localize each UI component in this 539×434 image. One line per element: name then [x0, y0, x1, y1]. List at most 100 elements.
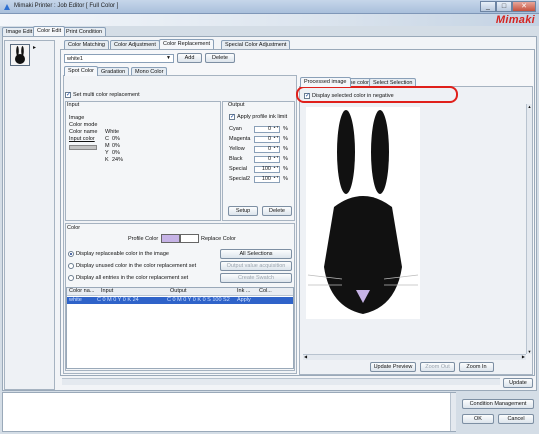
output-yellow-label: Yellow: [229, 146, 245, 152]
input-color-label: Input color: [69, 136, 95, 142]
tab-print-condition[interactable]: Print Condition: [62, 27, 107, 36]
all-selections-button[interactable]: All Selections: [220, 249, 292, 259]
apply-limit-label: Apply profile ink limit: [237, 114, 288, 120]
header-input[interactable]: Input: [101, 288, 113, 295]
setup-button[interactable]: Setup: [228, 206, 258, 216]
output-yellow-spinner[interactable]: 0: [254, 146, 280, 153]
output-black-spinner[interactable]: 0: [254, 156, 280, 163]
tab-special-color-adjustment[interactable]: Special Color Adjustment: [221, 40, 291, 49]
option-display-replaceable: Display replaceable color in the image: [76, 251, 169, 257]
radio-display-replaceable[interactable]: [68, 251, 74, 257]
output-title: Output: [228, 102, 245, 108]
output-cyan-spinner[interactable]: 0: [254, 126, 280, 133]
scroll-down-icon[interactable]: ▼: [527, 349, 532, 354]
delete-output-button[interactable]: Delete: [262, 206, 292, 216]
tab-processed-image[interactable]: Processed image: [300, 77, 351, 87]
close-button[interactable]: ✕: [512, 1, 536, 12]
tab-color-adjustment[interactable]: Color Adjustment: [110, 40, 160, 49]
output-special2-unit: %: [283, 176, 288, 182]
scroll-up-icon[interactable]: ▲: [527, 104, 532, 109]
thumbnail-rabbit-image: [11, 45, 29, 65]
preview-vertical-scrollbar[interactable]: ▲ ▼: [526, 104, 532, 354]
minimize-button[interactable]: _: [480, 1, 496, 12]
output-special2-spinner[interactable]: 100: [254, 176, 280, 183]
thumbnail-marker-icon: ▸: [33, 45, 37, 51]
output-cyan-label: Cyan: [229, 126, 242, 132]
update-button[interactable]: Update: [503, 378, 533, 388]
output-cyan-unit: %: [283, 126, 288, 132]
color-title: Color: [67, 225, 81, 231]
profile-select-value: white1: [67, 56, 83, 62]
create-swatch-button[interactable]: Create Swatch: [220, 273, 292, 283]
zoom-in-button[interactable]: Zoom In: [459, 362, 494, 372]
option-display-all: Display all entries in the color replace…: [76, 275, 189, 281]
header-color-name[interactable]: Color na...: [69, 288, 94, 295]
output-special-spinner[interactable]: 100: [254, 166, 280, 173]
tab-spot-color[interactable]: Spot Color: [64, 66, 98, 76]
input-ch-c: C: [105, 136, 109, 142]
scroll-left-icon[interactable]: ◀: [304, 354, 307, 359]
thumbnail-strip: ▸: [4, 40, 55, 390]
list-item-output: C 0 M 0 Y 0 K 0 S 100 S2: [167, 297, 230, 303]
window-title: Mimaki Printer : Job Editor [ Full Color…: [14, 3, 119, 9]
tab-image-edit[interactable]: Image Edit: [2, 27, 37, 36]
output-special-label: Special: [229, 166, 248, 172]
radio-display-all[interactable]: [68, 275, 74, 281]
profile-select[interactable]: white1 ▼: [64, 54, 174, 63]
preview-horizontal-scrollbar[interactable]: ◀ ▶: [303, 354, 526, 360]
replace-color-label: Replace Color: [201, 236, 236, 242]
cancel-button[interactable]: Cancel: [498, 414, 534, 424]
input-color-swatch: [69, 145, 97, 150]
list-item-input: C 0 M 0 Y 0 K 24: [97, 297, 139, 303]
replace-color-swatch: [180, 234, 199, 243]
list-item-name: white: [69, 297, 82, 303]
add-button[interactable]: Add: [177, 53, 202, 63]
tab-color-replacement[interactable]: Color Replacement: [159, 39, 215, 49]
ok-button[interactable]: OK: [462, 414, 494, 424]
input-val-k: 24%: [112, 157, 124, 163]
rabbit-preview-image: [306, 107, 420, 319]
output-special2-label: Special2: [229, 176, 251, 182]
set-multi-label: Set multi color replacement: [73, 92, 140, 98]
brand-bar: Mimaki: [0, 14, 539, 26]
output-magenta-label: Magenta: [229, 136, 251, 142]
app-icon: [4, 4, 10, 10]
tab-color-matching[interactable]: Color Matching: [64, 40, 109, 49]
header-ink[interactable]: Ink ...: [237, 288, 250, 295]
output-value-acquisition-button[interactable]: Output value acquisition: [220, 261, 292, 271]
condition-management-button[interactable]: Condition Management: [462, 399, 534, 409]
list-item[interactable]: white C 0 M 0 Y 0 K 24 C 0 M 0 Y 0 K 0 S…: [67, 297, 293, 304]
input-title: Input: [67, 102, 80, 108]
scroll-right-icon[interactable]: ▶: [522, 354, 525, 359]
list-item-ink: Apply: [237, 297, 251, 303]
update-preview-button[interactable]: Update Preview: [370, 362, 416, 372]
highlight-ring: [296, 86, 458, 103]
header-output[interactable]: Output: [170, 288, 187, 295]
zoom-out-button[interactable]: Zoom Out: [420, 362, 455, 372]
input-ch-m: M: [105, 143, 110, 149]
radio-display-unused[interactable]: [68, 263, 74, 269]
title-bar: Mimaki Printer : Job Editor [ Full Color…: [0, 0, 539, 14]
app-window: Mimaki Printer : Job Editor [ Full Color…: [0, 0, 539, 434]
input-ch-y: Y: [105, 150, 109, 156]
delete-profile-button[interactable]: Delete: [205, 53, 235, 63]
tab-color-edit[interactable]: Color Edit: [33, 26, 66, 36]
maximize-button[interactable]: □: [496, 1, 512, 12]
output-magenta-unit: %: [283, 136, 288, 142]
profile-color-label: Profile Color: [128, 236, 159, 242]
color-mode-label: Color mode: [69, 122, 98, 128]
profile-color-swatch: [161, 234, 180, 243]
thumbnail-item[interactable]: [10, 44, 30, 66]
preview-canvas: [303, 104, 526, 354]
input-ch-k: K: [105, 157, 109, 163]
input-val-m: 0%: [112, 143, 120, 149]
message-area: [2, 392, 456, 432]
header-color[interactable]: Col...: [259, 288, 272, 295]
set-multi-checkbox[interactable]: ✓: [65, 92, 71, 98]
color-name-value: White: [105, 129, 120, 135]
panel-horizontal-scrollbar[interactable]: [62, 378, 500, 385]
image-label: Image: [69, 115, 85, 121]
apply-limit-checkbox[interactable]: ✓: [229, 114, 235, 120]
output-magenta-spinner[interactable]: 0: [254, 136, 280, 143]
message-scrollbar[interactable]: [450, 393, 456, 431]
